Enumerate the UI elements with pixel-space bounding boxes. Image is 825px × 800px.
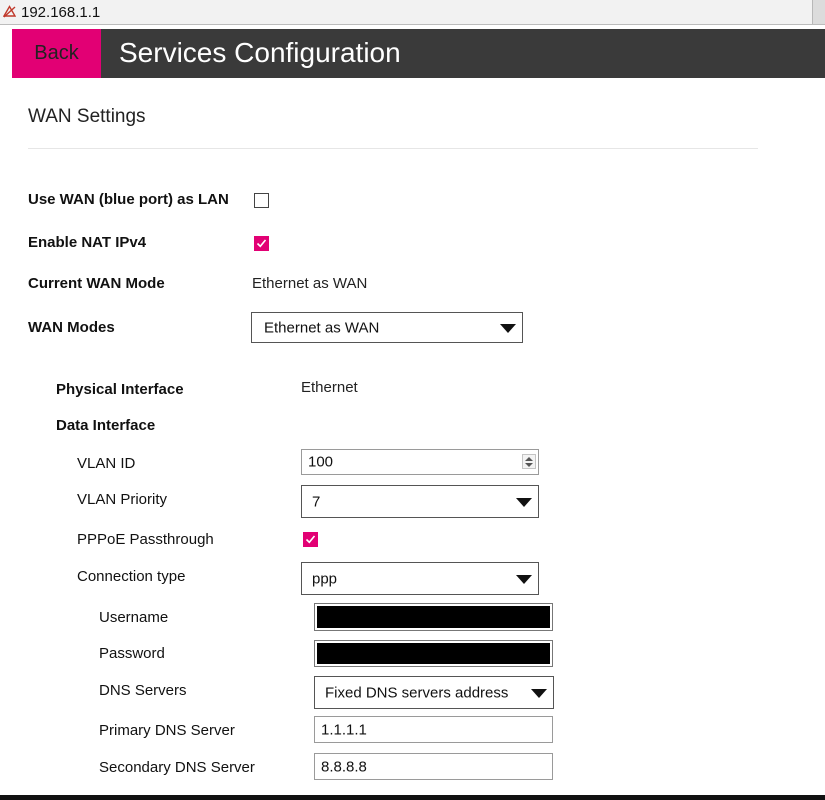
not-secure-icon	[3, 5, 16, 18]
window-edge	[812, 0, 825, 24]
caret-down-icon	[516, 574, 532, 584]
caret-down-icon	[516, 497, 532, 507]
connection-type-select[interactable]: ppp	[301, 562, 539, 595]
enable-nat-checkbox[interactable]	[254, 236, 269, 251]
current-wan-mode-value: Ethernet as WAN	[252, 275, 368, 292]
username-input[interactable]	[314, 603, 553, 631]
vlan-priority-selected: 7	[312, 493, 321, 510]
secondary-dns-label: Secondary DNS Server	[99, 759, 255, 776]
data-interface-label: Data Interface	[56, 417, 156, 434]
address-text[interactable]: 192.168.1.1	[21, 4, 100, 21]
vlan-priority-select[interactable]: 7	[301, 485, 539, 518]
primary-dns-label: Primary DNS Server	[99, 722, 235, 739]
checkmark-icon	[256, 239, 267, 248]
redacted-block	[317, 643, 550, 664]
primary-dns-input[interactable]: 1.1.1.1	[314, 716, 553, 743]
pppoe-passthrough-label: PPPoE Passthrough	[77, 531, 214, 548]
vlan-id-label: VLAN ID	[77, 455, 136, 472]
use-wan-as-lan-checkbox[interactable]	[254, 193, 269, 208]
page-header: Back Services Configuration	[12, 29, 825, 78]
caret-down-icon	[500, 323, 516, 333]
secondary-dns-input[interactable]: 8.8.8.8	[314, 753, 553, 780]
dns-servers-select[interactable]: Fixed DNS servers address	[314, 676, 554, 709]
use-wan-as-lan-label: Use WAN (blue port) as LAN	[28, 191, 229, 208]
enable-nat-label: Enable NAT IPv4	[28, 234, 147, 251]
pppoe-passthrough-checkbox[interactable]	[303, 532, 318, 547]
dns-servers-selected: Fixed DNS servers address	[325, 684, 509, 701]
wan-modes-label: WAN Modes	[28, 319, 115, 336]
connection-type-label: Connection type	[77, 568, 186, 585]
back-button[interactable]: Back	[12, 29, 101, 78]
section-divider	[28, 148, 758, 149]
vlan-id-value: 100	[308, 453, 334, 471]
primary-dns-value: 1.1.1.1	[321, 721, 367, 738]
wan-modes-selected: Ethernet as WAN	[264, 319, 380, 336]
current-wan-mode-label: Current WAN Mode	[28, 275, 165, 292]
password-label: Password	[99, 645, 165, 662]
connection-type-selected: ppp	[312, 570, 338, 587]
vlan-id-input[interactable]: 100	[301, 449, 539, 475]
bottom-edge	[0, 795, 825, 800]
redacted-block	[317, 606, 550, 628]
spinner-arrows-icon[interactable]	[522, 454, 536, 469]
caret-down-icon	[531, 688, 547, 698]
address-bar[interactable]: 192.168.1.1	[0, 0, 825, 25]
password-input[interactable]	[314, 640, 553, 667]
username-label: Username	[99, 609, 169, 626]
secondary-dns-value: 8.8.8.8	[321, 758, 367, 775]
physical-interface-value: Ethernet	[301, 379, 358, 396]
wan-modes-select[interactable]: Ethernet as WAN	[251, 312, 523, 343]
physical-interface-label: Physical Interface	[56, 381, 184, 398]
dns-servers-label: DNS Servers	[99, 682, 187, 699]
checkmark-icon	[305, 535, 316, 544]
vlan-priority-label: VLAN Priority	[77, 491, 168, 508]
page-title: Services Configuration	[119, 37, 401, 68]
section-title: WAN Settings	[28, 106, 146, 127]
